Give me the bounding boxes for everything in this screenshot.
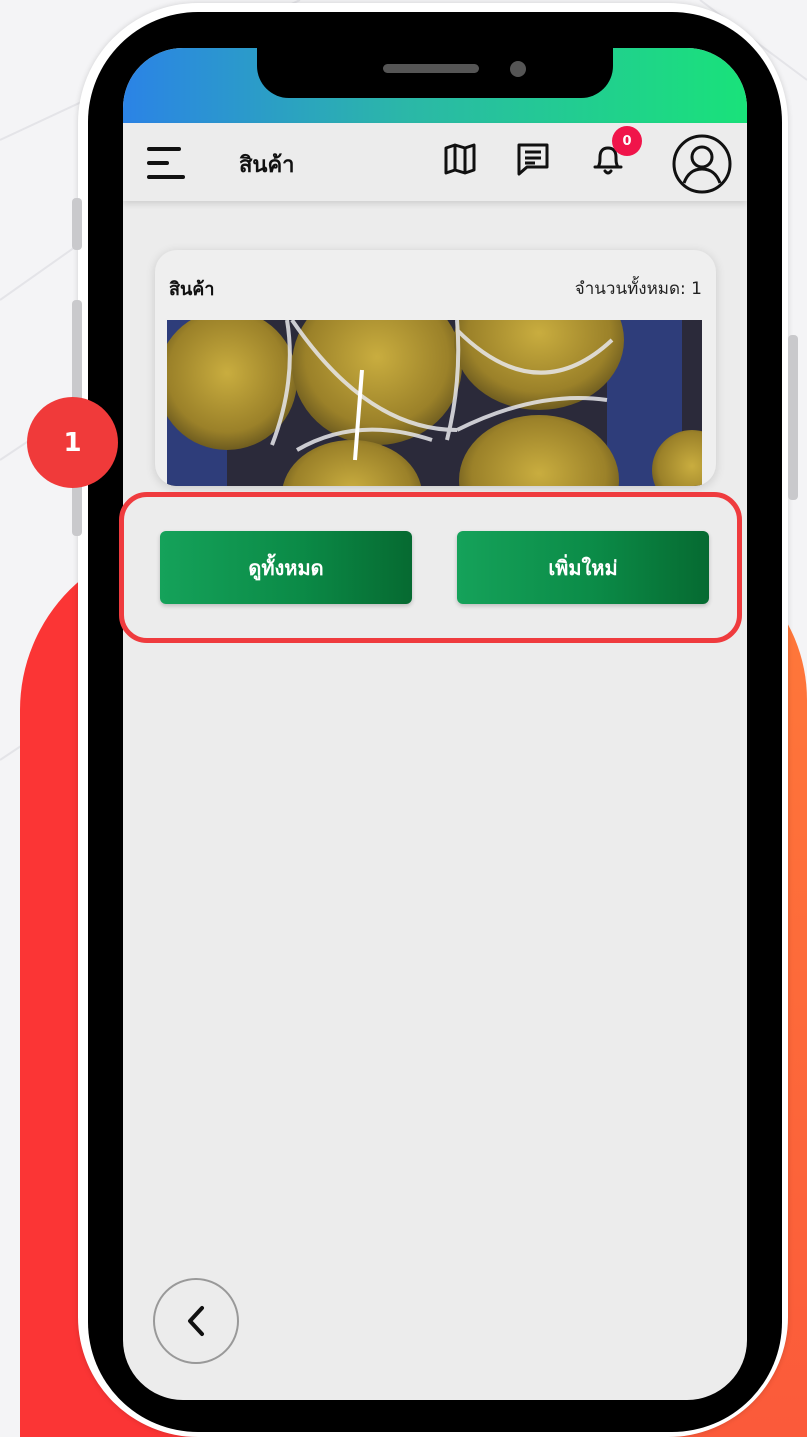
- product-card[interactable]: สินค้า จำนวนทั้งหมด: 1: [155, 250, 716, 486]
- back-button[interactable]: [153, 1278, 239, 1364]
- highlight-box: [119, 492, 742, 643]
- phone-side-button: [72, 300, 82, 410]
- phone-screen: สินค้า 0 สินค้า จำนวนทั้งหมด: 1 ดูทั้งหม…: [123, 48, 747, 1400]
- speaker-grille: [383, 64, 479, 73]
- app-bar: สินค้า 0: [123, 123, 747, 201]
- chevron-left-icon: [188, 1306, 204, 1336]
- product-count: จำนวนทั้งหมด: 1: [574, 279, 702, 299]
- front-camera: [510, 61, 526, 77]
- melon-photo: [167, 320, 702, 486]
- notification-badge: 0: [612, 126, 642, 156]
- phone-side-button: [788, 335, 798, 500]
- phone-side-button: [72, 198, 82, 250]
- chat-icon[interactable]: [511, 137, 555, 181]
- menu-icon[interactable]: [147, 145, 187, 181]
- step-number-badge: 1: [27, 397, 118, 488]
- page-title: สินค้า: [239, 153, 295, 178]
- map-icon[interactable]: [438, 137, 482, 181]
- user-icon[interactable]: [671, 133, 733, 195]
- card-title: สินค้า: [169, 279, 215, 300]
